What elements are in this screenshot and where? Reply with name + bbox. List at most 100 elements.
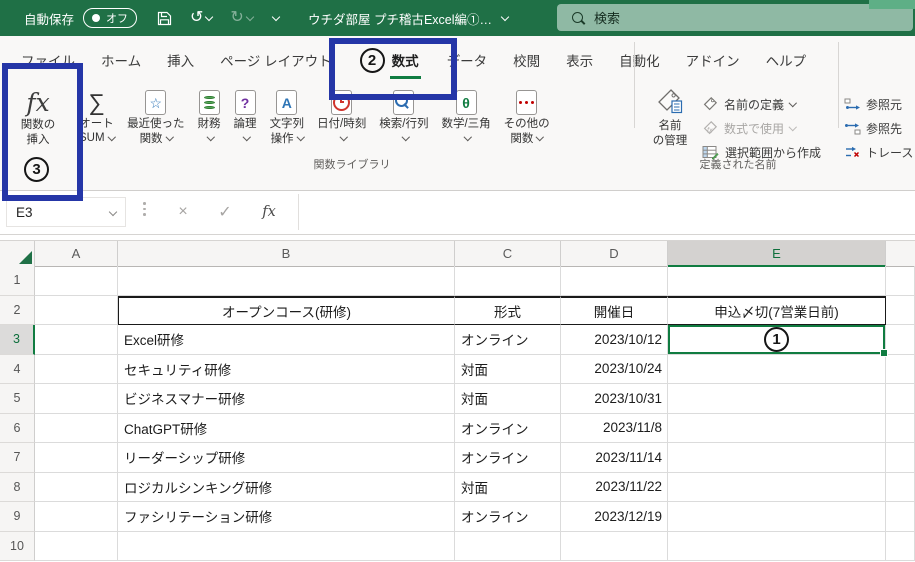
lookup-reference-button[interactable]: 検索/行列 <box>376 88 431 145</box>
row-header-4[interactable]: 4 <box>0 355 35 385</box>
trace-precedents-button[interactable]: 参照元 <box>844 92 913 116</box>
column-header-a[interactable]: A <box>35 241 118 267</box>
cell-B7[interactable]: リーダーシップ研修 <box>118 443 455 473</box>
tab-formulas[interactable]: 2 数式 <box>345 36 434 84</box>
cell-E6[interactable] <box>668 414 886 444</box>
tab-home[interactable]: ホーム <box>88 36 154 84</box>
cell-D4[interactable]: 2023/10/24 <box>561 355 668 385</box>
cell-B2[interactable]: オープンコース(研修) <box>118 296 455 326</box>
quick-access-more-button[interactable] <box>273 16 279 20</box>
tab-review[interactable]: 校閲 <box>500 36 553 84</box>
tab-page-layout[interactable]: ページ レイアウト <box>207 36 344 84</box>
cell-A4[interactable] <box>35 355 118 385</box>
cell-C4[interactable]: 対面 <box>455 355 561 385</box>
enter-button[interactable]: ✓ <box>210 197 240 227</box>
cell-A2[interactable] <box>35 296 118 326</box>
tab-data[interactable]: データ <box>434 36 501 84</box>
remove-arrows-button[interactable]: トレース <box>844 140 913 164</box>
redo-button[interactable]: ↻ <box>230 10 252 26</box>
row-header-5[interactable]: 5 <box>0 384 35 414</box>
cell-D9[interactable]: 2023/12/19 <box>561 502 668 532</box>
row-header-9[interactable]: 9 <box>0 502 35 532</box>
undo-button[interactable]: ↺ <box>190 10 212 26</box>
column-header-e[interactable]: E <box>668 241 886 267</box>
cell-A6[interactable] <box>35 414 118 444</box>
row-header-7[interactable]: 7 <box>0 443 35 473</box>
cell-C8[interactable]: 対面 <box>455 473 561 503</box>
cell-A8[interactable] <box>35 473 118 503</box>
cell-C7[interactable]: オンライン <box>455 443 561 473</box>
cell-E10[interactable] <box>668 532 886 562</box>
cell-E9[interactable] <box>668 502 886 532</box>
math-trig-button[interactable]: θ 数学/三角 <box>438 88 493 145</box>
formula-bar-splitter[interactable] <box>143 202 146 216</box>
name-manager-button[interactable]: 名前 の管理 <box>642 88 698 149</box>
cell-C3[interactable]: オンライン <box>455 325 561 355</box>
row-header-10[interactable]: 10 <box>0 532 35 562</box>
cell-C6[interactable]: オンライン <box>455 414 561 444</box>
trace-dependents-button[interactable]: 参照先 <box>844 116 913 140</box>
cell-A5[interactable] <box>35 384 118 414</box>
tab-automate[interactable]: 自動化 <box>606 36 673 84</box>
cell-C10[interactable] <box>455 532 561 562</box>
row-header-2[interactable]: 2 <box>0 296 35 326</box>
column-header-c[interactable]: C <box>455 241 561 267</box>
cell-D8[interactable]: 2023/11/22 <box>561 473 668 503</box>
cell-B4[interactable]: セキュリティ研修 <box>118 355 455 385</box>
cell-D1[interactable] <box>561 266 668 296</box>
cell-C5[interactable]: 対面 <box>455 384 561 414</box>
row-header-8[interactable]: 8 <box>0 473 35 503</box>
cell-E8[interactable] <box>668 473 886 503</box>
autosave-toggle[interactable]: オフ <box>83 8 137 28</box>
fill-handle[interactable] <box>880 349 888 357</box>
cell-A1[interactable] <box>35 266 118 296</box>
row-header-1[interactable]: 1 <box>0 266 35 296</box>
name-box-dropdown-icon[interactable] <box>109 208 117 216</box>
insert-function-button[interactable]: fx 関数の 挿入 <box>8 88 68 148</box>
cell-E4[interactable] <box>668 355 886 385</box>
insert-function-small-button[interactable]: fx <box>254 197 284 227</box>
cell-D5[interactable]: 2023/10/31 <box>561 384 668 414</box>
tab-file[interactable]: ファイル <box>8 36 88 84</box>
cell-B1[interactable] <box>118 266 455 296</box>
name-box[interactable]: E3 <box>6 197 126 227</box>
cell-E3-selected[interactable]: 1 <box>668 325 886 355</box>
tab-view[interactable]: 表示 <box>553 36 606 84</box>
cell-B9[interactable]: ファシリテーション研修 <box>118 502 455 532</box>
recently-used-button[interactable]: ☆ 最近使った 関数 <box>124 88 188 145</box>
logical-button[interactable]: ? 論理 <box>231 88 260 145</box>
date-time-button[interactable]: 日付/時刻 <box>314 88 369 145</box>
use-in-formula-button[interactable]: fx 数式で使用 <box>702 116 821 140</box>
cell-A7[interactable] <box>35 443 118 473</box>
cell-D6[interactable]: 2023/11/8 <box>561 414 668 444</box>
cell-D7[interactable]: 2023/11/14 <box>561 443 668 473</box>
search-box[interactable]: 検索 <box>557 4 913 31</box>
tab-help[interactable]: ヘルプ <box>753 36 820 84</box>
column-header-b[interactable]: B <box>118 241 455 267</box>
formula-input[interactable] <box>298 194 915 230</box>
cell-C1[interactable] <box>455 266 561 296</box>
cell-A9[interactable] <box>35 502 118 532</box>
cell-B6[interactable]: ChatGPT研修 <box>118 414 455 444</box>
row-header-6[interactable]: 6 <box>0 414 35 444</box>
save-button[interactable] <box>157 11 172 26</box>
more-functions-button[interactable]: その他の 関数 <box>501 88 553 145</box>
row-header-3[interactable]: 3 <box>0 325 35 355</box>
tab-addins[interactable]: アドイン <box>673 36 753 84</box>
cell-C9[interactable]: オンライン <box>455 502 561 532</box>
tab-insert[interactable]: 挿入 <box>154 36 207 84</box>
define-name-button[interactable]: 名前の定義 <box>702 92 821 116</box>
cell-A3[interactable] <box>35 325 118 355</box>
cancel-button[interactable]: × <box>168 197 198 227</box>
cell-B3[interactable]: Excel研修 <box>118 325 455 355</box>
cell-B10[interactable] <box>118 532 455 562</box>
cell-C2[interactable]: 形式 <box>455 296 561 326</box>
cell-B5[interactable]: ビジネスマナー研修 <box>118 384 455 414</box>
cell-D3[interactable]: 2023/10/12 <box>561 325 668 355</box>
cell-B8[interactable]: ロジカルシンキング研修 <box>118 473 455 503</box>
cell-E2[interactable]: 申込〆切(7営業日前) <box>668 296 886 326</box>
cell-E1[interactable] <box>668 266 886 296</box>
cell-D2[interactable]: 開催日 <box>561 296 668 326</box>
select-all-button[interactable] <box>0 241 35 267</box>
cell-D10[interactable] <box>561 532 668 562</box>
